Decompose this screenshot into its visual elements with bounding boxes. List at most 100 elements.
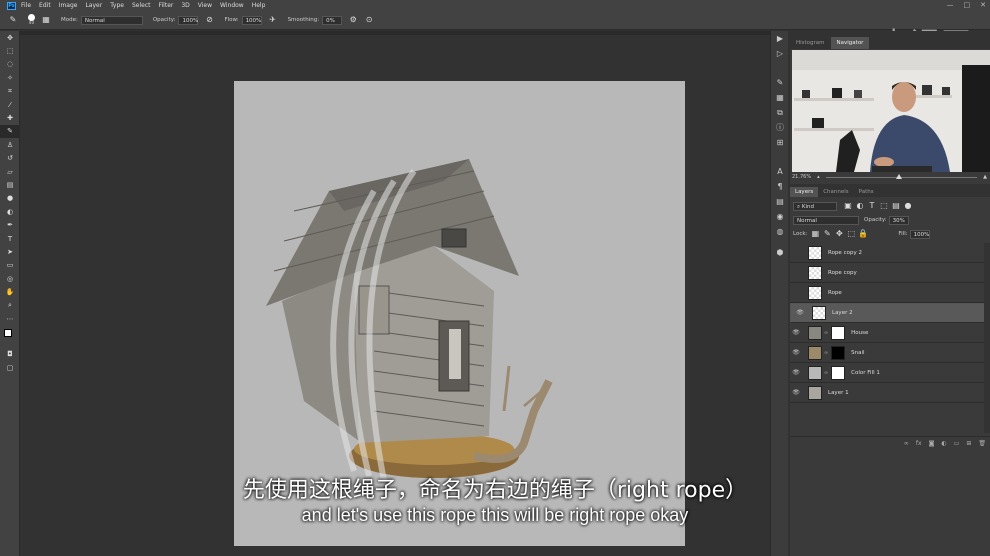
lasso-tool-icon[interactable]: ◌	[0, 58, 20, 71]
type-tool-icon[interactable]: T	[0, 232, 20, 245]
brush-tool-icon[interactable]: ✎	[0, 124, 20, 139]
lock-transparent-icon[interactable]: ▦	[810, 229, 820, 239]
dodge-tool-icon[interactable]: ◐	[0, 205, 20, 218]
visibility-eye-icon[interactable]: 👁	[790, 389, 802, 396]
layer-mask-thumbnail[interactable]	[831, 345, 846, 360]
paragraph-panel-icon[interactable]: ¶	[771, 179, 789, 194]
gradient-tool-icon[interactable]: ▤	[0, 178, 20, 191]
close-button[interactable]: ✕	[980, 1, 986, 9]
swatches-panel-icon[interactable]: ▦	[771, 90, 789, 105]
fill-input[interactable]: 100%	[909, 229, 930, 239]
blur-tool-icon[interactable]: ●	[0, 192, 20, 205]
layer-row[interactable]: 👁 ∞ Snail	[790, 343, 990, 363]
foreground-color-swatch[interactable]	[4, 328, 12, 337]
more-tools-icon[interactable]: ⋯	[0, 312, 20, 325]
lock-position-icon[interactable]: ✥	[834, 229, 844, 239]
filter-toggle-icon[interactable]: ●	[903, 201, 913, 211]
zoom-tool-icon[interactable]: ⌕	[0, 299, 20, 312]
navigator-zoom-value[interactable]: 21.76%	[792, 174, 811, 180]
healing-brush-tool-icon[interactable]: ✚	[0, 111, 20, 124]
tab-paths[interactable]: Paths	[854, 187, 879, 197]
libraries-panel-icon[interactable]: ◉	[771, 209, 789, 224]
rectangle-tool-icon[interactable]: ▭	[0, 259, 20, 272]
layer-style-fx-icon[interactable]: fx	[916, 440, 922, 447]
eraser-tool-icon[interactable]: ▱	[0, 165, 20, 178]
visibility-eye-icon[interactable]: 👁	[794, 309, 806, 317]
3d-panel-icon[interactable]: ⬢	[771, 245, 789, 260]
smoothing-input[interactable]: 0%	[322, 15, 343, 25]
pen-tool-icon[interactable]: ✒	[0, 218, 20, 231]
chain-link-icon[interactable]: ∞	[824, 330, 828, 336]
filter-pixel-icon[interactable]: ▣	[843, 201, 853, 211]
visibility-eye-icon[interactable]: 👁	[790, 329, 802, 336]
layers-scrollbar[interactable]	[984, 243, 990, 433]
history-panel-icon[interactable]: ▶	[771, 31, 789, 46]
add-mask-icon[interactable]: ◙	[929, 440, 935, 447]
opacity-input[interactable]: 100%	[178, 15, 199, 25]
layer-row[interactable]: Rope copy 2	[790, 243, 990, 263]
lock-all-icon[interactable]: 🔒	[858, 229, 868, 239]
menu-file[interactable]: File	[21, 2, 31, 9]
adjustments-panel-icon[interactable]: ⓘ	[771, 120, 789, 135]
chain-link-icon[interactable]: ∞	[824, 370, 828, 376]
visibility-eye-icon[interactable]: 👁	[790, 369, 802, 376]
brush-panel-icon[interactable]: ✎	[771, 75, 789, 90]
lock-artboard-icon[interactable]: ⬚	[846, 229, 856, 239]
menu-type[interactable]: Type	[110, 2, 124, 9]
delete-layer-trash-icon[interactable]: 🗑	[978, 440, 986, 447]
zoom-out-icon[interactable]: ▴	[817, 174, 820, 180]
visibility-eye-icon[interactable]: 👁	[790, 349, 802, 356]
layer-row[interactable]: Rope	[790, 283, 990, 303]
airbrush-icon[interactable]: ✈	[268, 15, 278, 25]
layer-mask-thumbnail[interactable]	[831, 325, 846, 340]
menu-image[interactable]: Image	[59, 2, 78, 9]
menu-help[interactable]: Help	[252, 2, 266, 9]
new-layer-icon[interactable]: ⊞	[966, 440, 971, 447]
filter-adjustment-icon[interactable]: ◐	[855, 201, 865, 211]
flow-input[interactable]: 100%	[241, 15, 262, 25]
filter-shape-icon[interactable]: ⬚	[879, 201, 889, 211]
menu-window[interactable]: Window	[220, 2, 244, 9]
zoom-slider[interactable]	[825, 173, 978, 179]
pressure-size-icon[interactable]: ⊙	[364, 15, 374, 25]
mode-dropdown[interactable]: Normal	[80, 15, 143, 25]
tab-layers[interactable]: Layers	[790, 187, 819, 197]
properties-panel-icon[interactable]: ⧉	[771, 105, 789, 120]
screen-mode-icon[interactable]: ▢	[0, 361, 20, 374]
brush-settings-icon[interactable]: ▦	[41, 15, 51, 25]
character-panel-icon[interactable]: A	[771, 164, 789, 179]
zoom-slider-thumb[interactable]	[895, 173, 902, 179]
move-tool-icon[interactable]: ✥	[0, 31, 20, 44]
maximize-button[interactable]: □	[964, 1, 971, 9]
layer-row[interactable]: Rope copy	[790, 263, 990, 283]
new-adjustment-layer-icon[interactable]: ◐	[941, 440, 946, 447]
path-selection-tool-icon[interactable]: ➤	[0, 245, 20, 258]
styles-panel-icon[interactable]: ◍	[771, 224, 789, 239]
marquee-tool-icon[interactable]: ⬚	[0, 44, 20, 57]
actions-panel-icon[interactable]: ▷	[771, 46, 789, 61]
crop-tool-icon[interactable]: ⌗	[0, 85, 20, 98]
blend-mode-dropdown[interactable]: Normal	[793, 215, 859, 225]
history-brush-tool-icon[interactable]: ↺	[0, 152, 20, 165]
minimize-button[interactable]: —	[947, 1, 954, 9]
tab-channels[interactable]: Channels	[818, 187, 853, 197]
chain-link-icon[interactable]: ∞	[824, 350, 828, 356]
link-layers-icon[interactable]: ∞	[904, 440, 909, 447]
layer-row[interactable]: 👁 Layer 2	[790, 303, 990, 323]
layer-row[interactable]: 👁 ∞ Color Fill 1	[790, 363, 990, 383]
pressure-opacity-icon[interactable]: ⊘	[204, 15, 214, 25]
menu-3d[interactable]: 3D	[181, 2, 189, 9]
new-group-icon[interactable]: ▭	[954, 440, 960, 447]
info-panel-icon[interactable]: ⊞	[771, 135, 789, 150]
menu-view[interactable]: View	[198, 2, 212, 9]
3d-tool-icon[interactable]: ◎	[0, 272, 20, 285]
menu-edit[interactable]: Edit	[39, 2, 51, 9]
layer-mask-thumbnail[interactable]	[831, 365, 846, 380]
tab-histogram[interactable]: Histogram	[790, 37, 831, 49]
eyedropper-tool-icon[interactable]: ⁄	[0, 98, 20, 111]
quick-mask-icon[interactable]: ◘	[0, 348, 20, 361]
menu-select[interactable]: Select	[132, 2, 151, 9]
brush-tool-preset-icon[interactable]: ✎	[8, 15, 18, 25]
menu-filter[interactable]: Filter	[159, 2, 174, 9]
zoom-in-icon[interactable]: ▲	[983, 174, 987, 180]
